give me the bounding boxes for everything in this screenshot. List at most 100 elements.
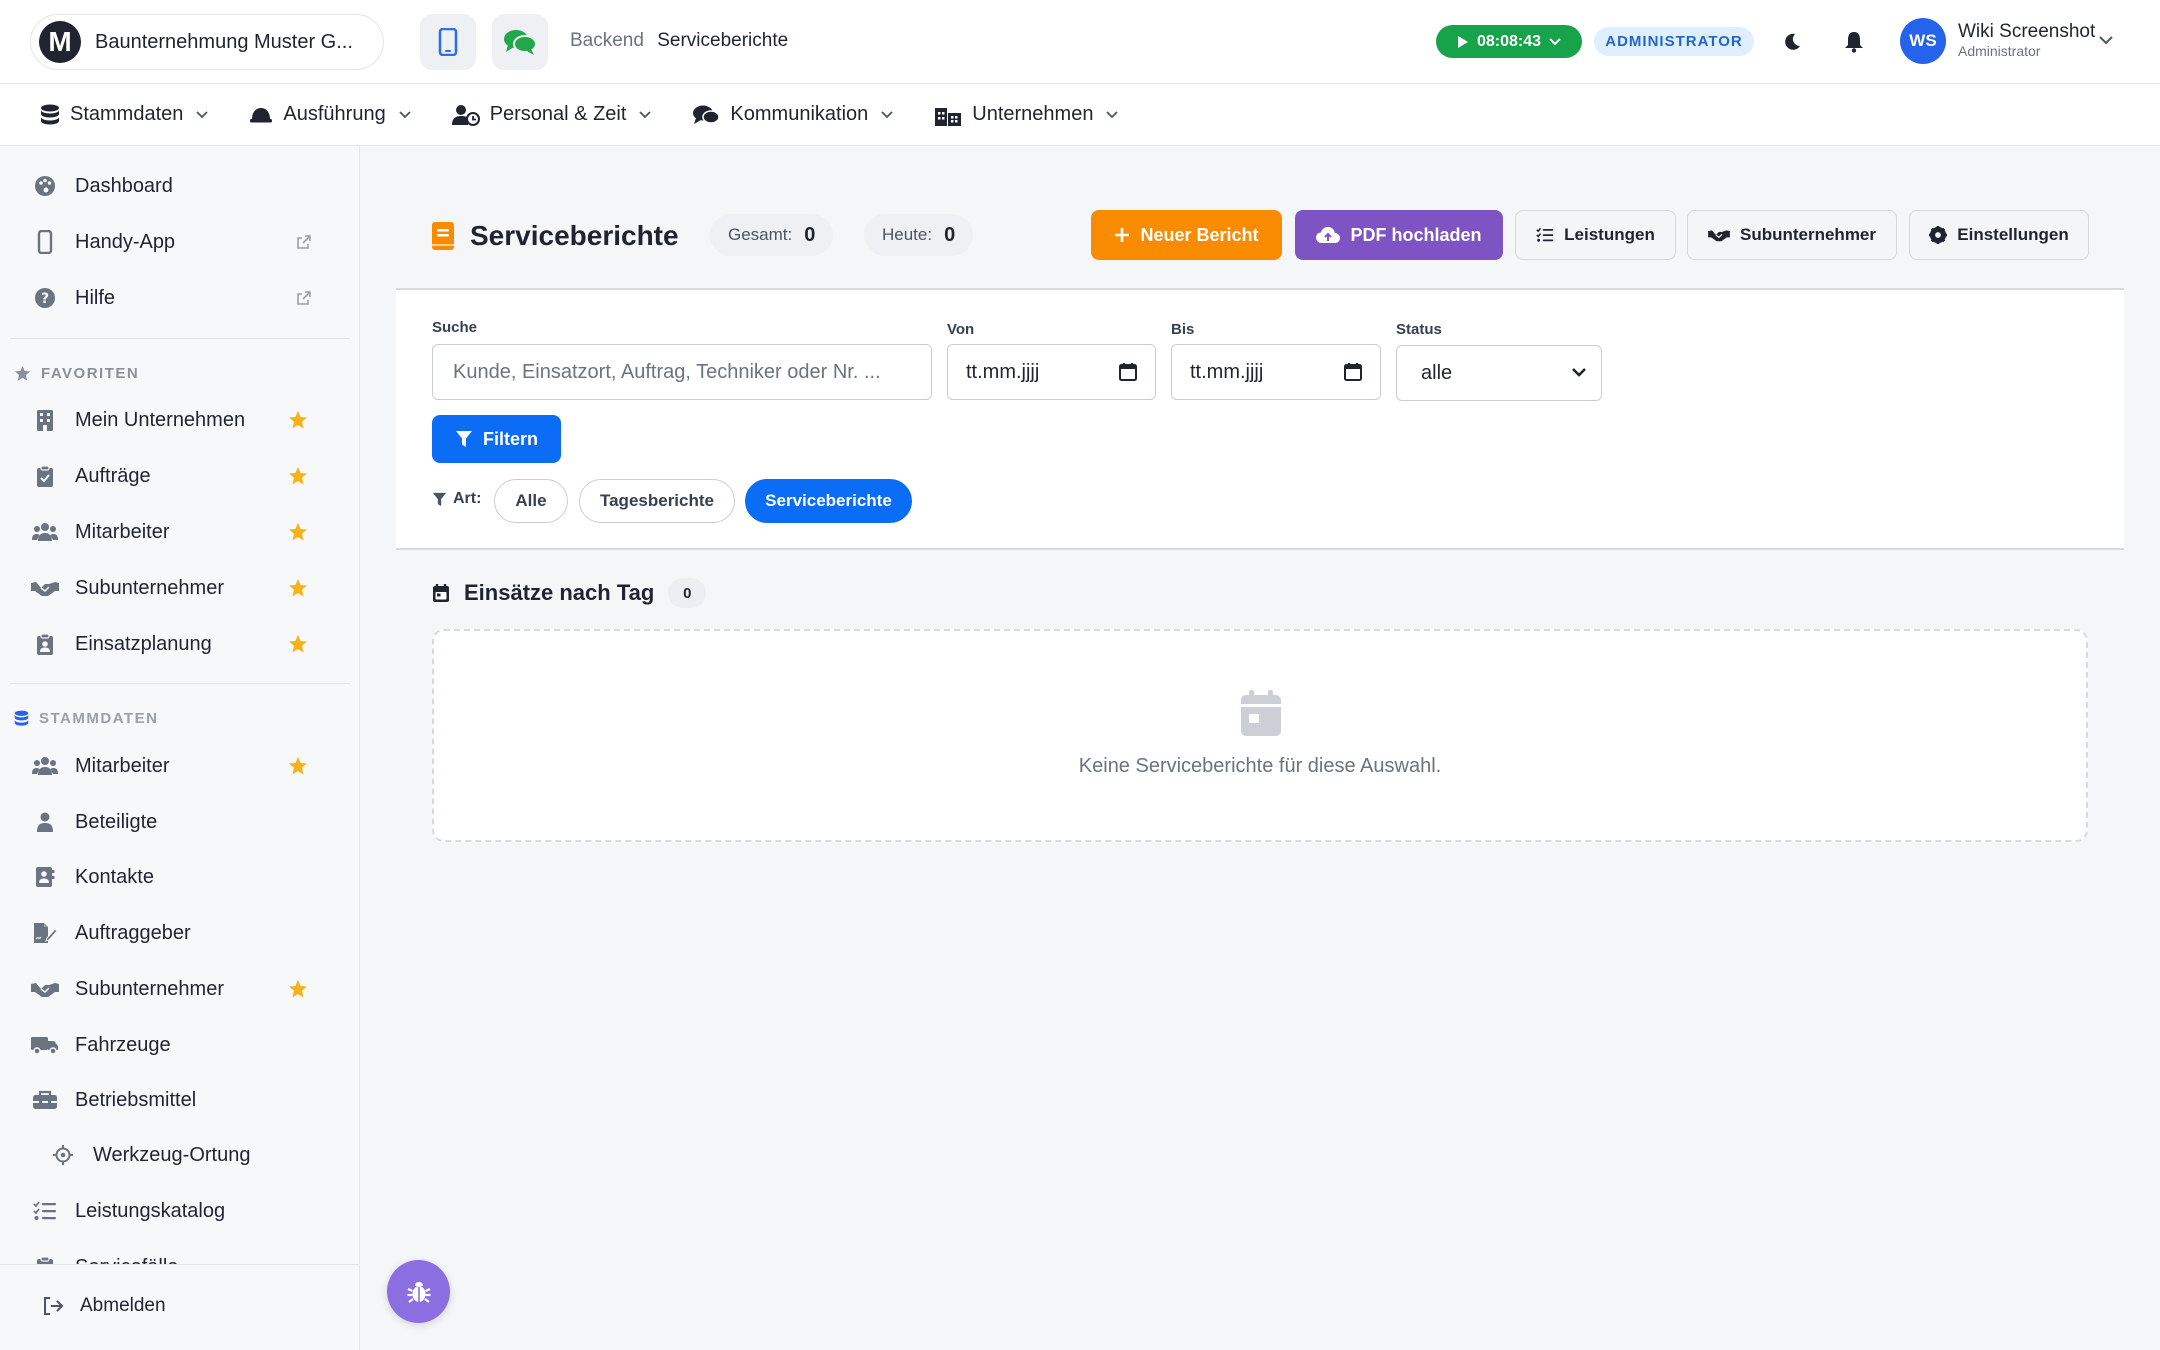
logout-button[interactable]: Abmelden [42, 1295, 166, 1317]
sidebar-fav-mitarbeiter[interactable]: Mitarbeiter [30, 512, 340, 552]
sidebar-item-handy-app[interactable]: Handy-App [30, 222, 340, 262]
funnel-icon [455, 431, 472, 447]
chevron-down-icon [1572, 368, 1586, 377]
sidebar-fav-subunternehmer[interactable]: Subunternehmer [30, 568, 340, 608]
sidebar-item-kontakte[interactable]: Kontakte [30, 857, 340, 897]
report-book-icon [432, 222, 454, 250]
star-icon[interactable] [288, 466, 308, 486]
dark-mode-toggle[interactable] [1774, 24, 1810, 60]
nav-kommunikation[interactable]: Kommunikation [692, 103, 894, 126]
sidebar-item-betriebsmittel[interactable]: Betriebsmittel [30, 1080, 340, 1120]
mobile-phone-icon [438, 28, 458, 56]
chevron-down-icon [399, 111, 411, 119]
handshake-icon [31, 582, 59, 596]
toolbox-icon [33, 1090, 57, 1109]
address-book-icon [36, 867, 55, 887]
section-header: Einsätze nach Tag 0 [432, 578, 707, 608]
notifications-button[interactable] [1836, 24, 1872, 60]
plus-icon [1115, 228, 1130, 242]
from-date-input[interactable]: tt.mm.jjjj [947, 344, 1156, 400]
sidebar-item-beteiligte[interactable]: Beteiligte [30, 802, 340, 842]
sidebar-item-label: Aufträge [75, 464, 151, 487]
sidebar-item-label: Handy-App [75, 230, 176, 253]
main-navigation: Stammdaten Ausführung Personal & Zeit Ko… [0, 84, 2160, 146]
to-date-input[interactable]: tt.mm.jjjj [1171, 344, 1381, 400]
sidebar-item-dashboard[interactable]: Dashboard [30, 166, 340, 206]
sidebar-item-label: Mitarbeiter [75, 520, 170, 543]
sidebar-item-subunternehmer[interactable]: Subunternehmer [30, 969, 340, 1009]
question-circle-icon: ? [35, 288, 55, 308]
users-icon [32, 757, 58, 775]
type-chip-serviceberichte[interactable]: Serviceberichte [745, 479, 912, 523]
calendar-icon[interactable] [1344, 362, 1362, 381]
truck-icon [31, 1037, 58, 1055]
user-name[interactable]: Wiki Screenshot [1958, 21, 2095, 43]
sidebar-item-leistungskatalog[interactable]: Leistungskatalog [30, 1191, 340, 1231]
nav-personal-zeit[interactable]: Personal & Zeit [451, 103, 653, 126]
status-select[interactable]: alle [1396, 345, 1602, 401]
gear-icon [1929, 226, 1948, 244]
stat-value: 0 [804, 223, 816, 246]
nav-label: Unternehmen [972, 103, 1094, 125]
bell-icon [1845, 32, 1863, 53]
sidebar-item-label: Auftraggeber [75, 921, 191, 944]
favorites-heading: FAVORITEN [14, 365, 139, 382]
star-icon[interactable] [288, 756, 308, 776]
moon-icon [1785, 33, 1800, 50]
time-tracker[interactable]: 08:08:43 [1436, 25, 1582, 58]
database-icon [14, 710, 29, 726]
chevron-down-icon [2099, 36, 2113, 45]
handshake-icon [31, 983, 59, 997]
sidebar-fav-auftraege[interactable]: Aufträge [30, 456, 340, 496]
sidebar-fav-einsatzplanung[interactable]: Einsatzplanung [30, 624, 340, 664]
top-header: M Baunternehmung Muster G... Backend Ser… [0, 0, 2160, 84]
star-icon[interactable] [288, 634, 308, 654]
services-button[interactable]: Leistungen [1515, 210, 1676, 260]
bug-report-button[interactable] [387, 1260, 450, 1323]
sidebar-item-label: Kontakte [75, 865, 154, 888]
new-report-button[interactable]: Neuer Bericht [1091, 210, 1282, 260]
handshake-icon [1708, 230, 1730, 242]
filter-button[interactable]: Filtern [432, 415, 561, 463]
sidebar-item-werkzeug-ortung[interactable]: Werkzeug-Ortung [48, 1135, 358, 1175]
sidebar-item-label: Mitarbeiter [75, 754, 170, 777]
sidebar-item-auftraggeber[interactable]: Auftraggeber [30, 913, 340, 953]
settings-button[interactable]: Einstellungen [1909, 210, 2089, 260]
star-icon[interactable] [288, 578, 308, 598]
chat-bubbles-icon [504, 30, 537, 55]
sidebar-item-fahrzeuge[interactable]: Fahrzeuge [30, 1025, 340, 1065]
list-check-icon [1536, 227, 1554, 242]
section-title: Einsätze nach Tag [464, 580, 655, 605]
nav-ausfuehrung[interactable]: Ausführung [249, 103, 411, 126]
sidebar-item-label: Subunternehmer [75, 977, 224, 1000]
subcontractors-button[interactable]: Subunternehmer [1687, 210, 1897, 260]
stat-label: Heute: [882, 225, 933, 244]
company-switcher[interactable]: M Baunternehmung Muster G... [30, 14, 384, 70]
sidebar-fav-mein-unternehmen[interactable]: Mein Unternehmen [30, 400, 340, 440]
sidebar-item-mitarbeiter[interactable]: Mitarbeiter [30, 746, 340, 786]
breadcrumb-current: Serviceberichte [657, 30, 789, 51]
chevron-down-icon [1549, 37, 1561, 45]
nav-stammdaten[interactable]: Stammdaten [40, 103, 209, 126]
star-icon[interactable] [288, 522, 308, 542]
mobile-app-button[interactable] [420, 14, 476, 70]
upload-pdf-button[interactable]: PDF hochladen [1295, 210, 1503, 260]
crosshairs-icon [53, 1145, 73, 1165]
chevron-down-icon [639, 111, 652, 119]
user-role: Administrator [1958, 43, 2041, 59]
type-chip-tagesberichte[interactable]: Tagesberichte [579, 479, 735, 523]
calendar-icon[interactable] [1119, 362, 1137, 381]
search-input[interactable]: Kunde, Einsatzort, Auftrag, Techniker od… [432, 344, 932, 400]
user-menu-toggle[interactable] [2098, 32, 2114, 50]
sidebar-item-hilfe[interactable]: ? Hilfe [30, 278, 340, 318]
nav-unternehmen[interactable]: Unternehmen [934, 103, 1119, 126]
chevron-down-icon [881, 111, 893, 119]
stat-total: Gesamt: 0 [710, 214, 834, 256]
chat-button[interactable] [492, 14, 548, 70]
breadcrumb-root[interactable]: Backend [570, 30, 644, 51]
sidebar-item-label: Hilfe [75, 286, 116, 309]
star-icon[interactable] [288, 410, 308, 430]
type-chip-alle[interactable]: Alle [494, 479, 568, 523]
avatar[interactable]: WS [1900, 18, 1946, 64]
star-icon[interactable] [288, 979, 308, 999]
